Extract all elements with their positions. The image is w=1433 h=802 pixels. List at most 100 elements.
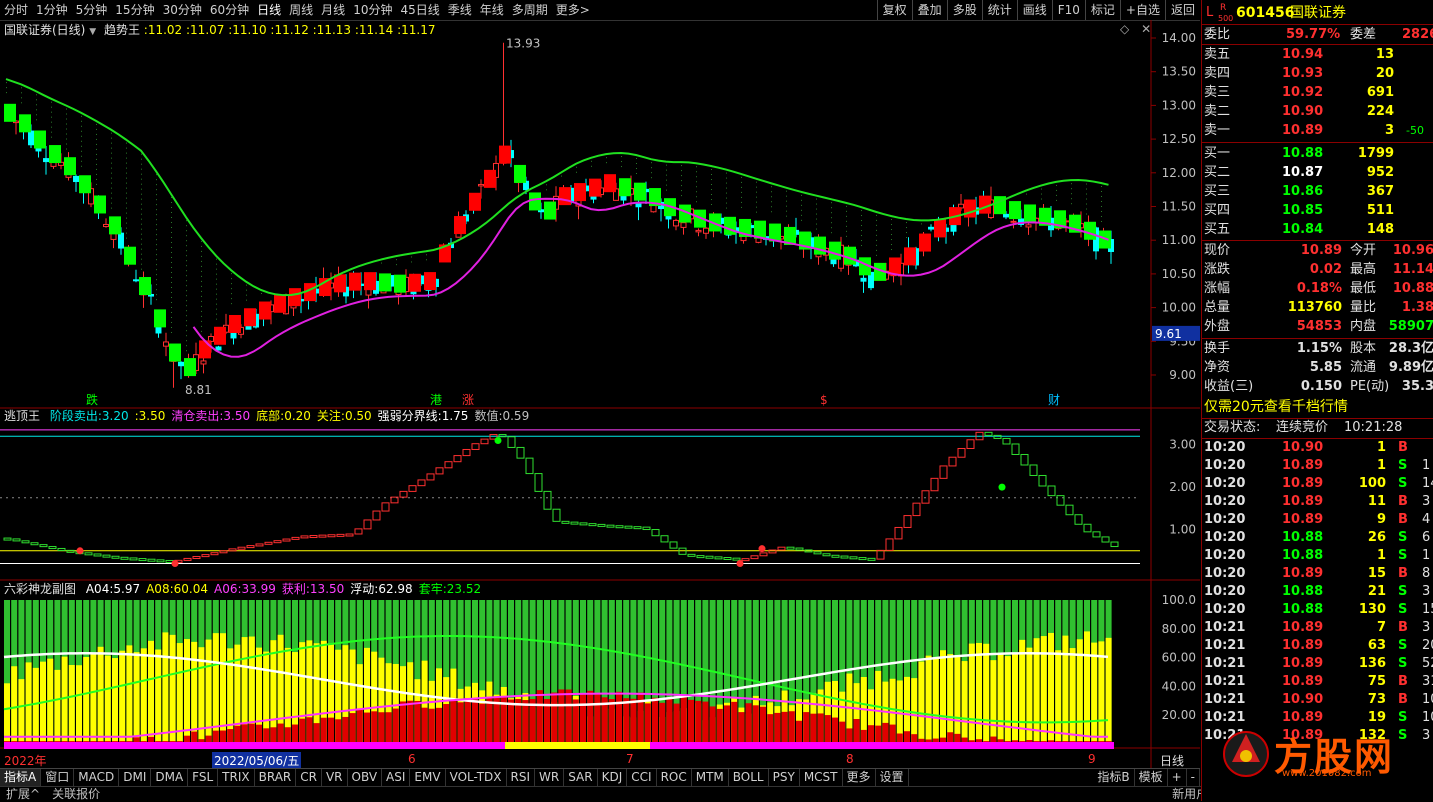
toolbar-button-3[interactable]: 统计 — [981, 0, 1017, 20]
trend-dot — [171, 261, 172, 263]
osc1-signal-dot — [998, 483, 1006, 491]
tick-time: 10:20 — [1204, 440, 1246, 455]
indicator-tab-1[interactable]: 窗口 — [41, 769, 75, 786]
osc1-bar — [876, 549, 885, 560]
indicator-tab-8[interactable]: CR — [296, 769, 322, 786]
trend-dot — [111, 202, 112, 204]
stat-row-5: 换手 1.15% 股本 28.3亿 — [1202, 340, 1433, 358]
period-tab-7[interactable]: 周线 — [285, 0, 317, 20]
osc2-bar-red — [436, 707, 442, 744]
osc1-bar — [588, 523, 597, 527]
indicator-right-2[interactable]: + — [1168, 769, 1187, 786]
osc1-name[interactable]: 逃顶王 — [4, 409, 40, 423]
indicator-tab-7[interactable]: BRAR — [255, 769, 297, 786]
trend-dot — [141, 158, 142, 160]
indicator-tab-4[interactable]: DMA — [151, 769, 189, 786]
trend-dot — [186, 350, 187, 352]
indicator-tab-20[interactable]: MTM — [692, 769, 729, 786]
indicator-tab-0[interactable]: 指标A — [0, 769, 42, 786]
period-tab-8[interactable]: 月线 — [317, 0, 349, 20]
trend-block — [499, 145, 511, 164]
indicator-tab-5[interactable]: FSL — [188, 769, 219, 786]
period-tab-1[interactable]: 1分钟 — [32, 0, 72, 20]
period-tab-6[interactable]: 日线 — [253, 0, 285, 20]
trend-dot — [141, 263, 142, 265]
period-tab-10[interactable]: 45日线 — [396, 0, 443, 20]
osc2-name[interactable]: 六彩神龙副图 — [4, 582, 76, 596]
trend-dot — [111, 177, 112, 179]
osc2-item-value-3: 13.50 — [309, 582, 345, 596]
indicator-right-3[interactable]: - — [1187, 769, 1200, 786]
toolbar-button-7[interactable]: +自选 — [1119, 0, 1165, 20]
indicator-tab-22[interactable]: PSY — [769, 769, 800, 786]
indicator-tab-11[interactable]: ASI — [382, 769, 411, 786]
osc2-bar-red — [248, 723, 255, 744]
trend-dot — [756, 196, 757, 198]
tick-time: 10:20 — [1204, 530, 1246, 545]
period-tab-11[interactable]: 季线 — [444, 0, 476, 20]
indicator-tab-9[interactable]: VR — [322, 769, 348, 786]
toolbar-button-4[interactable]: 画线 — [1016, 0, 1052, 20]
osc2-bar-red — [536, 690, 543, 744]
osc2-bar-red — [731, 701, 738, 744]
indicator-tab-25[interactable]: 设置 — [876, 769, 909, 786]
trend-dot — [156, 209, 157, 211]
period-tab-4[interactable]: 30分钟 — [159, 0, 206, 20]
indicator-tab-15[interactable]: WR — [535, 769, 565, 786]
toolbar-button-6[interactable]: 标记 — [1084, 0, 1120, 20]
indicator-tab-13[interactable]: VOL-TDX — [446, 769, 507, 786]
period-tab-14[interactable]: 更多> — [552, 0, 594, 20]
trend-dot — [906, 227, 907, 229]
toolbar-button-2[interactable]: 多股 — [946, 0, 982, 20]
tick-row: 10:21 10.90 73 B 10 — [1202, 691, 1433, 709]
indicator-right-0[interactable]: 指标B — [1093, 769, 1135, 786]
osc1-bar — [444, 461, 453, 469]
period-tab-13[interactable]: 多周期 — [508, 0, 552, 20]
indicator-tab-19[interactable]: ROC — [657, 769, 692, 786]
indicator-right-1[interactable]: 模板 — [1135, 769, 1168, 786]
indicator-tab-23[interactable]: MCST — [800, 769, 843, 786]
trend-dot — [861, 215, 862, 217]
osc2-bar-red — [212, 730, 219, 744]
promo-row[interactable]: 仅需20元查看千档行情 — [1202, 398, 1433, 419]
chart-area[interactable]: 14.00 13.50 13.00 12.50 12.00 11.50 11.00 10.50… — [0, 20, 1200, 768]
tick-row: 10:20 10.88 21 S 3 — [1202, 583, 1433, 601]
indicator-tab-10[interactable]: OBV — [348, 769, 383, 786]
indicator-tab-21[interactable]: BOLL — [729, 769, 769, 786]
indicator-tab-3[interactable]: DMI — [119, 769, 152, 786]
indicator-tab-14[interactable]: RSI — [507, 769, 536, 786]
trend-dot — [171, 211, 172, 213]
trend-dot — [111, 142, 112, 144]
trend-dot — [126, 152, 127, 154]
indicator-tab-18[interactable]: CCI — [627, 769, 657, 786]
status-item-0[interactable]: 扩展^ — [0, 787, 46, 802]
trend-dot — [891, 219, 892, 221]
indicator-tab-6[interactable]: TRIX — [218, 769, 255, 786]
osc1-bar — [498, 434, 507, 438]
trend-dot — [201, 315, 202, 317]
period-tab-0[interactable]: 分时 — [0, 0, 32, 20]
indicator-tab-12[interactable]: EMV — [410, 769, 446, 786]
trend-dot — [51, 101, 52, 103]
trend-dot — [201, 275, 202, 277]
indicator-tab-16[interactable]: SAR — [564, 769, 598, 786]
toolbar-button-5[interactable]: F10 — [1051, 0, 1085, 20]
period-tab-9[interactable]: 10分钟 — [349, 0, 396, 20]
toolbar-button-0[interactable]: 复权 — [876, 0, 912, 20]
toolbar-button-8[interactable]: 返回 — [1164, 0, 1200, 20]
trend-dot — [726, 182, 727, 184]
period-tab-3[interactable]: 15分钟 — [111, 0, 158, 20]
toolbar-button-1[interactable]: 叠加 — [911, 0, 947, 20]
osc1-bar — [939, 465, 948, 479]
status-item-1[interactable]: 关联报价 — [46, 787, 106, 802]
period-tab-12[interactable]: 年线 — [476, 0, 508, 20]
indicator-tab-17[interactable]: KDJ — [598, 769, 628, 786]
indicator-tab-2[interactable]: MACD — [74, 769, 120, 786]
tick-time: 10:20 — [1204, 602, 1246, 617]
indicator-tab-24[interactable]: 更多 — [843, 769, 876, 786]
period-tab-5[interactable]: 60分钟 — [206, 0, 253, 20]
period-tab-2[interactable]: 5分钟 — [72, 0, 112, 20]
ask-price: 10.92 — [1282, 85, 1324, 100]
promo-text[interactable]: 仅需20元查看千档行情 — [1204, 398, 1348, 416]
tick-list[interactable]: 10:20 10.90 1 B 10:20 10.89 1 S 1 10:20 10.89 100 S 1… — [1202, 438, 1433, 743]
